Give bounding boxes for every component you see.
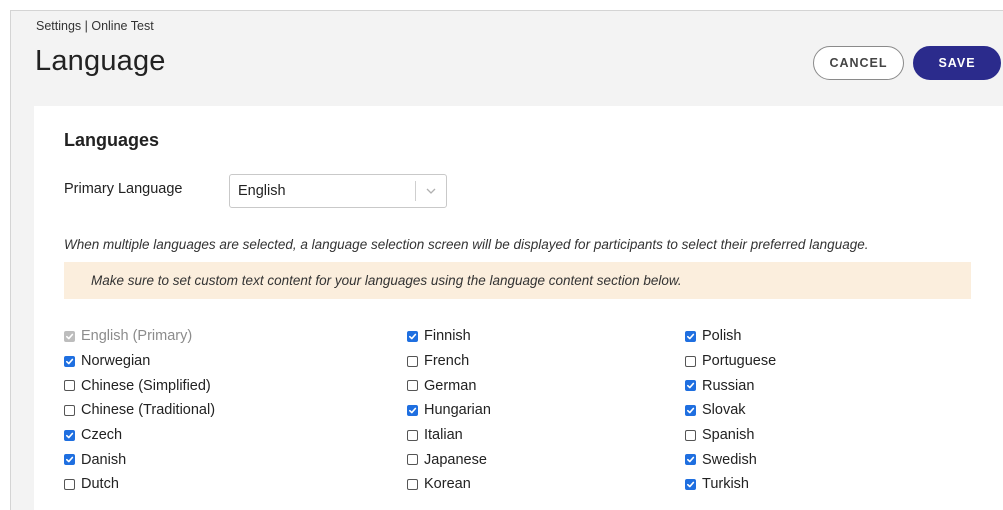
language-option-label: English (Primary) [81, 328, 193, 345]
language-option[interactable]: Slovak [685, 398, 776, 423]
language-option[interactable]: Portuguese [685, 349, 776, 374]
multi-language-hint: When multiple languages are selected, a … [64, 237, 869, 252]
settings-panel: Settings | Online Test Language CANCEL S… [10, 10, 1003, 510]
language-option-label: Spanish [702, 427, 755, 444]
checkbox[interactable] [685, 454, 696, 466]
breadcrumb: Settings | Online Test [36, 19, 154, 33]
checkbox[interactable] [64, 355, 75, 367]
language-option: English (Primary) [64, 324, 215, 349]
checkbox[interactable] [407, 454, 418, 466]
language-option-label: Korean [424, 476, 471, 493]
checkbox[interactable] [685, 404, 696, 416]
language-option-label: Chinese (Traditional) [81, 402, 216, 419]
language-option[interactable]: Norwegian [64, 349, 215, 374]
language-option[interactable]: Spanish [685, 423, 776, 448]
language-option-label: Polish [702, 328, 742, 345]
save-button[interactable]: SAVE [913, 46, 1001, 80]
checkbox[interactable] [64, 478, 75, 490]
checkbox[interactable] [64, 454, 75, 466]
chevron-down-icon[interactable] [416, 188, 446, 194]
language-option[interactable]: Swedish [685, 447, 776, 472]
primary-language-select[interactable]: English [229, 174, 447, 208]
language-option-label: Danish [81, 451, 127, 468]
notice-text: Make sure to set custom text content for… [91, 273, 682, 288]
language-option[interactable]: French [407, 349, 491, 374]
language-option-label: Portuguese [702, 353, 777, 370]
language-option[interactable]: Polish [685, 324, 776, 349]
language-option[interactable]: Korean [407, 472, 491, 497]
primary-language-value: English [238, 183, 286, 199]
language-content-notice: Make sure to set custom text content for… [64, 262, 971, 299]
language-option[interactable]: Finnish [407, 324, 491, 349]
checkbox[interactable] [685, 355, 696, 367]
language-option[interactable]: Czech [64, 423, 215, 448]
primary-language-label: Primary Language [64, 181, 183, 197]
language-column-2: Finnish French German Hungarian Italian Japan… [407, 324, 491, 497]
checkbox[interactable] [407, 355, 418, 367]
language-option-label: Slovak [702, 402, 746, 419]
language-option-label: Dutch [81, 476, 119, 493]
checkbox [64, 330, 75, 342]
language-option-label: Chinese (Simplified) [81, 377, 211, 394]
language-option-label: Norwegian [81, 353, 151, 370]
language-option[interactable]: Chinese (Traditional) [64, 398, 215, 423]
language-column-3: Polish Portuguese Russian Slovak Spanish Swed… [685, 324, 776, 497]
checkbox[interactable] [685, 330, 696, 342]
language-option[interactable]: Dutch [64, 472, 215, 497]
language-option-label: Czech [81, 427, 123, 444]
checkbox[interactable] [685, 380, 696, 392]
checkbox[interactable] [407, 380, 418, 392]
checkbox[interactable] [407, 330, 418, 342]
language-option-label: Finnish [424, 328, 471, 345]
checkbox[interactable] [64, 429, 75, 441]
checkbox[interactable] [685, 478, 696, 490]
language-option[interactable]: Italian [407, 423, 491, 448]
language-option[interactable]: Chinese (Simplified) [64, 373, 215, 398]
language-option-label: Japanese [424, 451, 487, 468]
languages-card: Languages Primary Language English When … [34, 106, 1003, 510]
checkbox[interactable] [407, 478, 418, 490]
language-option-label: Swedish [702, 451, 757, 468]
checkbox[interactable] [64, 380, 75, 392]
language-option[interactable]: Turkish [685, 472, 776, 497]
language-option[interactable]: Danish [64, 447, 215, 472]
language-option[interactable]: Russian [685, 373, 776, 398]
checkbox[interactable] [64, 404, 75, 416]
language-option-label: Hungarian [424, 402, 491, 419]
language-option[interactable]: German [407, 373, 491, 398]
language-option-label: German [424, 377, 477, 394]
language-column-1: English (Primary) Norwegian Chinese (Simpl… [64, 324, 215, 497]
checkbox[interactable] [407, 404, 418, 416]
language-option[interactable]: Japanese [407, 447, 491, 472]
page-title: Language [35, 45, 166, 77]
cancel-button[interactable]: CANCEL [813, 46, 904, 80]
language-option-label: Russian [702, 377, 755, 394]
checkbox[interactable] [685, 429, 696, 441]
checkbox[interactable] [407, 429, 418, 441]
language-option-label: Italian [424, 427, 463, 444]
language-option-label: Turkish [702, 476, 749, 493]
language-option[interactable]: Hungarian [407, 398, 491, 423]
language-option-label: French [424, 353, 470, 370]
section-heading: Languages [64, 130, 160, 150]
